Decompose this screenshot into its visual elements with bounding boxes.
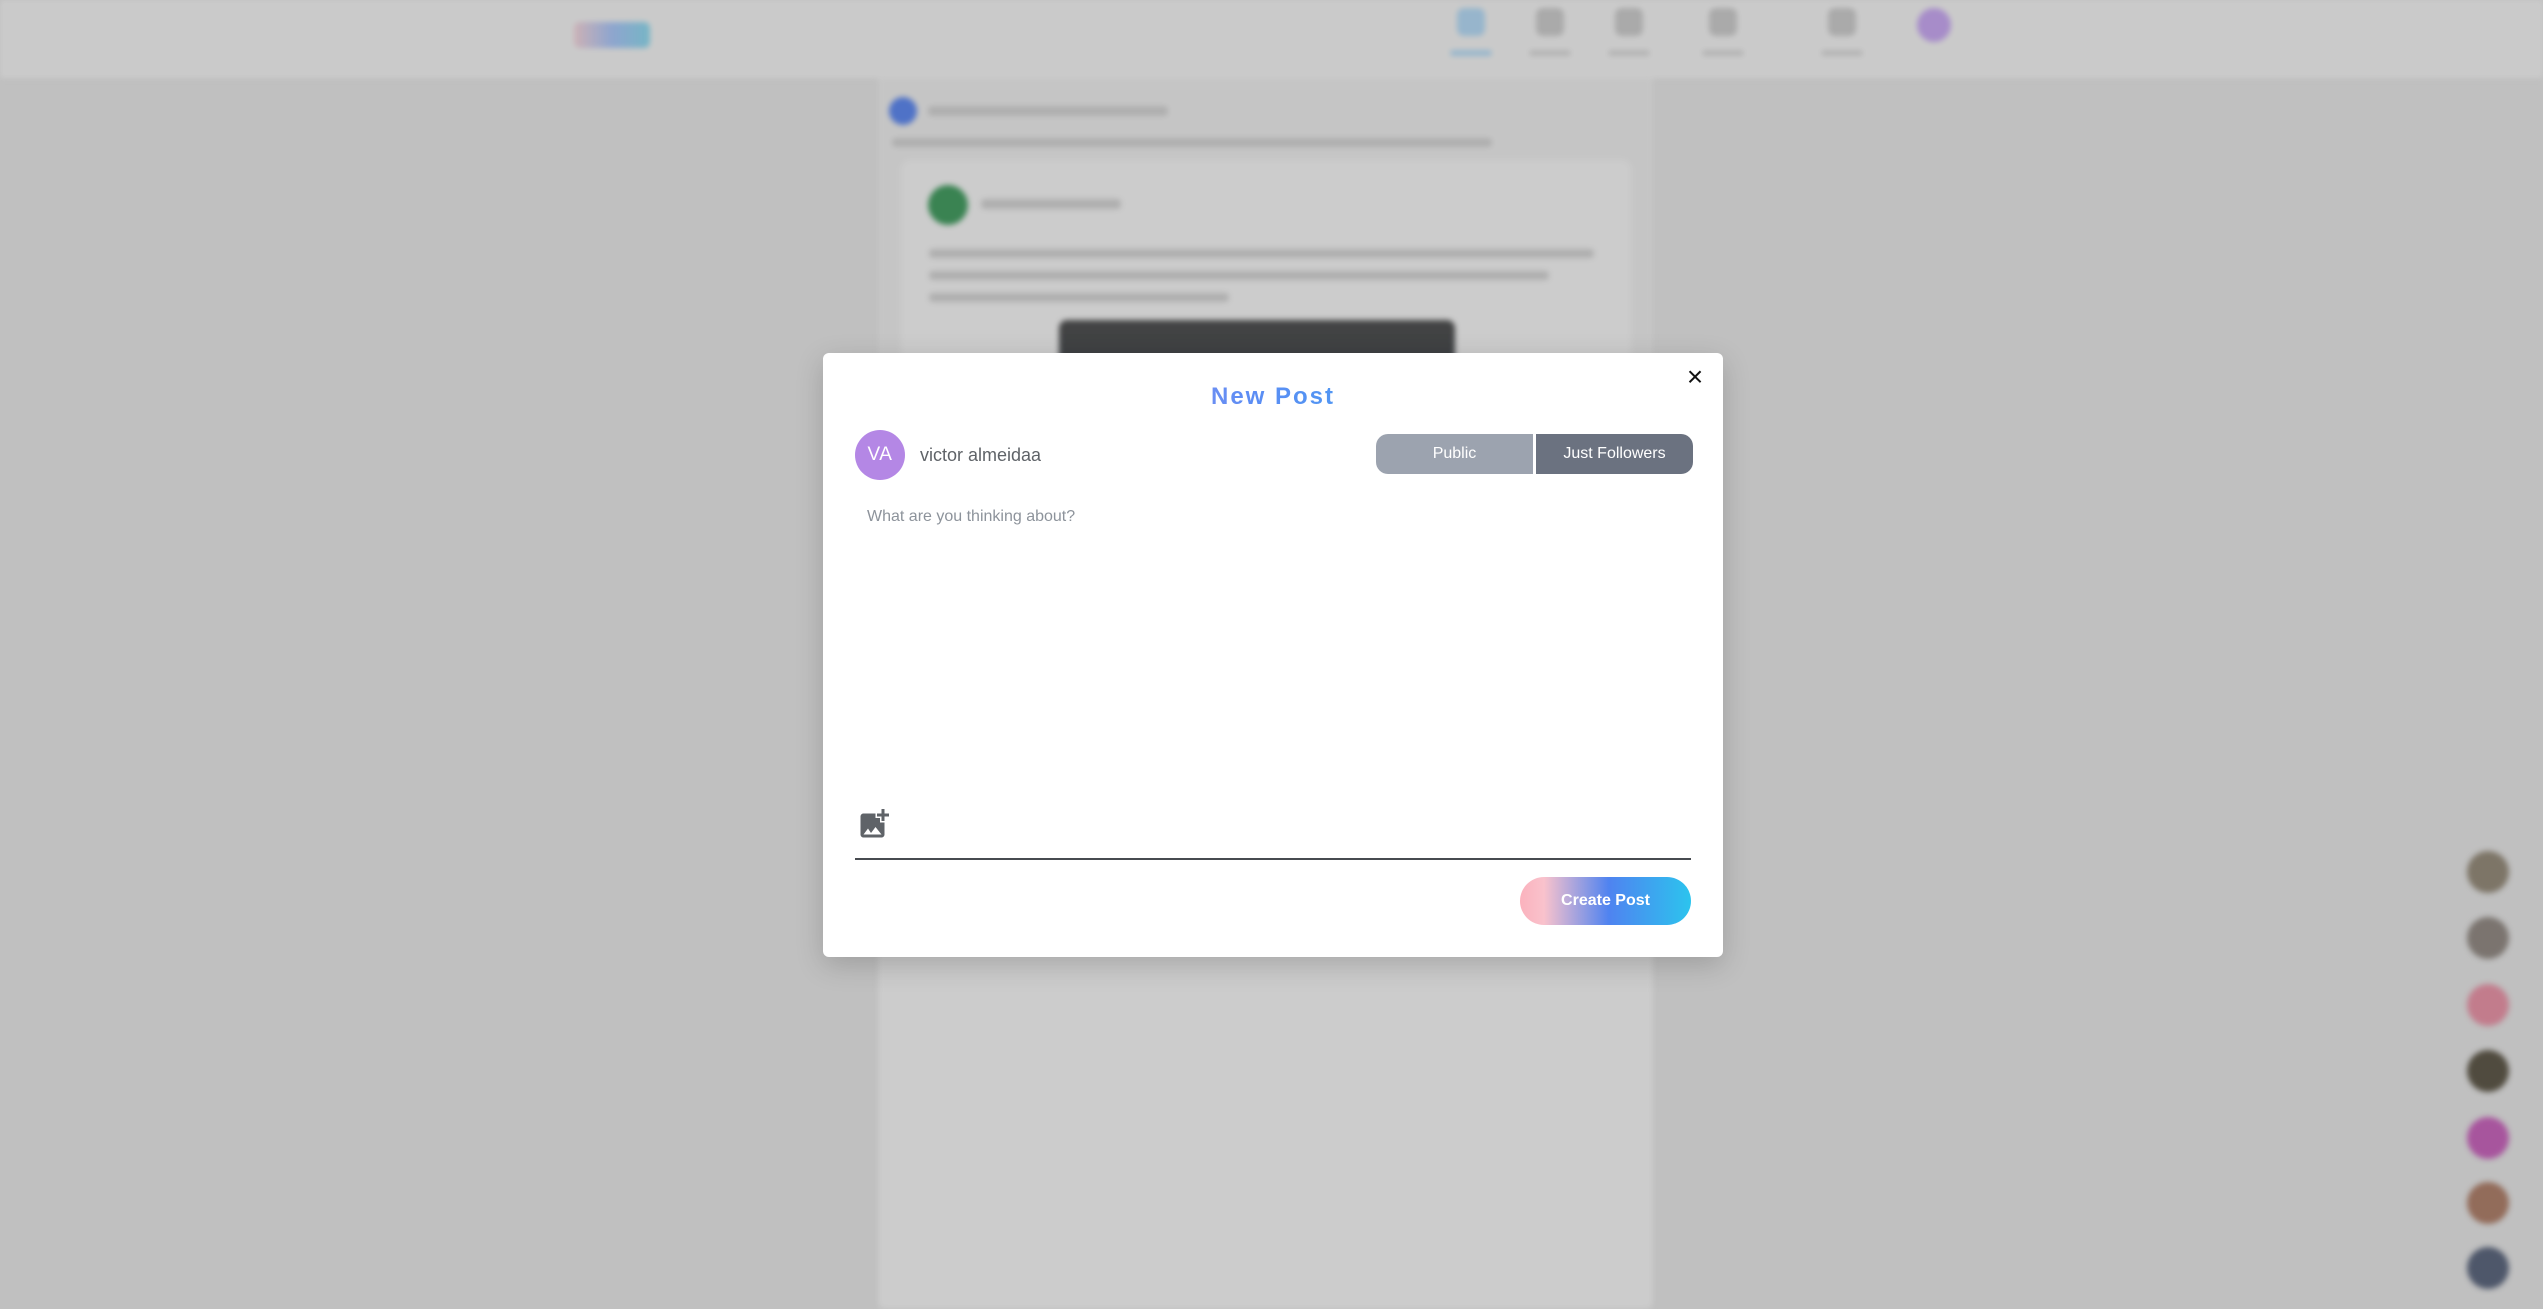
create-post-button[interactable]: Create Post xyxy=(1520,877,1691,925)
new-post-modal: × New Post VA victor almeidaa Public Jus… xyxy=(823,353,1723,957)
visibility-toggle: Public Just Followers xyxy=(1376,434,1693,474)
add-photo-icon-svg xyxy=(860,809,889,838)
modal-title: New Post xyxy=(823,383,1723,411)
public-option-button[interactable]: Public xyxy=(1376,434,1533,474)
post-content-input[interactable] xyxy=(855,494,1691,784)
add-photo-icon[interactable] xyxy=(854,804,894,844)
author-avatar: VA xyxy=(855,430,905,480)
author-name: victor almeidaa xyxy=(920,445,1042,465)
editor-divider xyxy=(855,858,1691,860)
just-followers-option-button[interactable]: Just Followers xyxy=(1536,434,1693,474)
